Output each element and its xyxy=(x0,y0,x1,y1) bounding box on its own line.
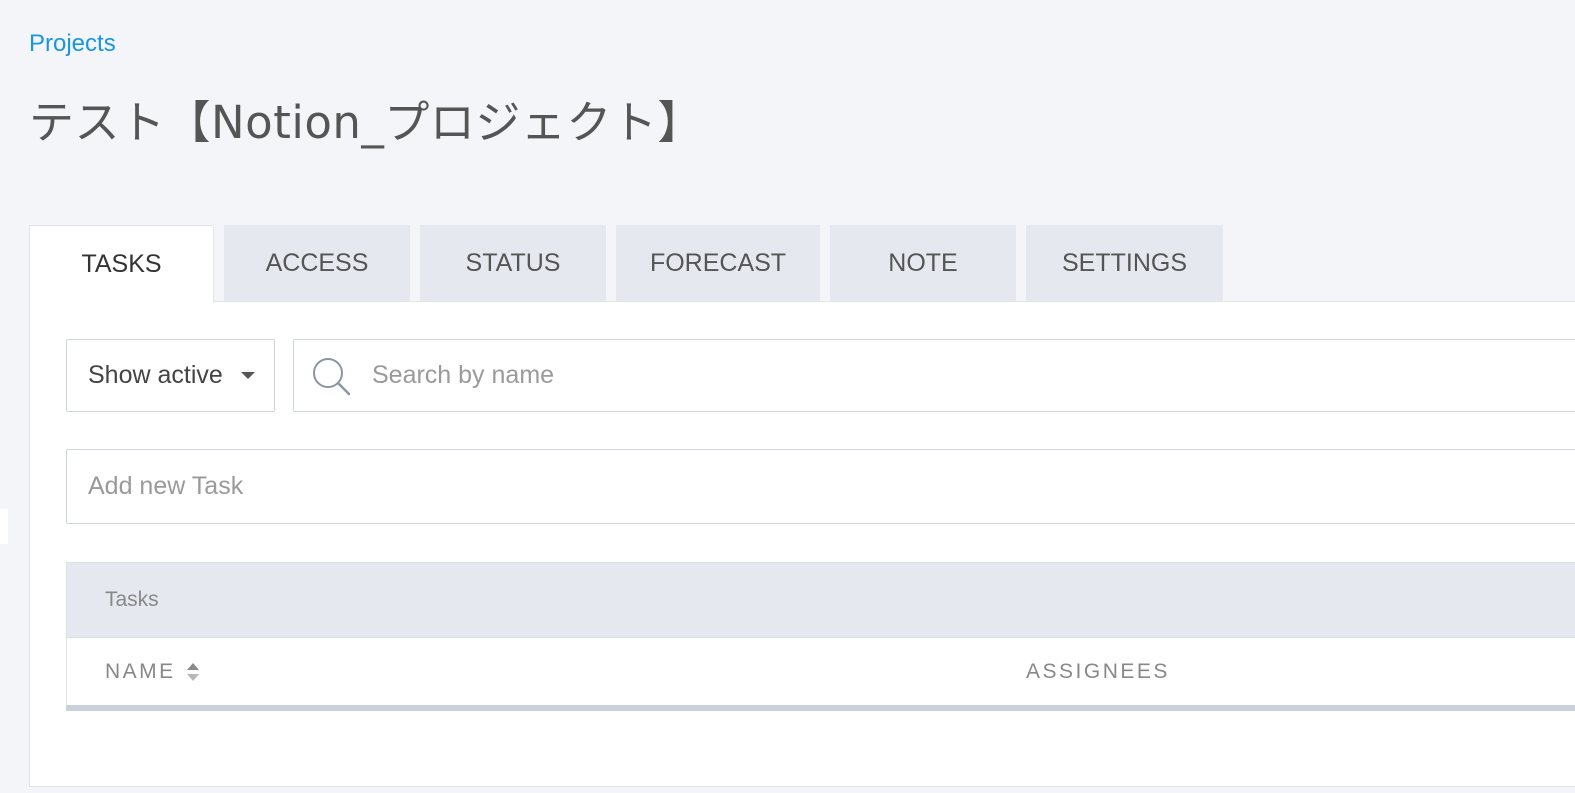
table-caption: Tasks xyxy=(66,562,1575,638)
status-filter-dropdown[interactable]: Show active xyxy=(66,339,275,412)
column-header-name[interactable]: NAME xyxy=(105,638,200,705)
column-header-assignees[interactable]: ASSIGNEES xyxy=(1026,638,1170,705)
tab-status[interactable]: STATUS xyxy=(420,225,606,302)
column-header-name-label: NAME xyxy=(105,659,176,683)
chevron-down-icon xyxy=(241,372,255,379)
add-task-input[interactable] xyxy=(88,450,1488,523)
tab-note[interactable]: NOTE xyxy=(830,225,1016,302)
column-header-assignees-label: ASSIGNEES xyxy=(1026,659,1170,683)
tab-forecast[interactable]: FORECAST xyxy=(616,225,820,302)
breadcrumb-projects-link[interactable]: Projects xyxy=(29,30,116,58)
sort-icon[interactable] xyxy=(186,661,200,683)
table-divider xyxy=(66,705,1575,711)
tasks-panel: Show active Tasks NAME ASSIGNEES xyxy=(29,301,1575,787)
tab-settings[interactable]: SETTINGS xyxy=(1026,225,1223,302)
status-filter-value: Show active xyxy=(88,361,223,389)
add-task-field[interactable] xyxy=(66,449,1575,524)
search-icon xyxy=(313,358,351,396)
tab-access[interactable]: ACCESS xyxy=(224,225,410,302)
table-header-row: NAME ASSIGNEES xyxy=(66,638,1575,705)
collapsed-sidebar-handle[interactable] xyxy=(0,509,8,544)
tab-bar: TASKS ACCESS STATUS FORECAST NOTE SETTIN… xyxy=(29,225,1233,303)
page-title: テスト【Notion_プロジェクト】 xyxy=(29,96,703,149)
search-box[interactable] xyxy=(293,339,1575,412)
tab-tasks[interactable]: TASKS xyxy=(29,225,214,303)
search-input[interactable] xyxy=(372,340,1572,411)
tasks-table: Tasks NAME ASSIGNEES xyxy=(66,562,1575,712)
